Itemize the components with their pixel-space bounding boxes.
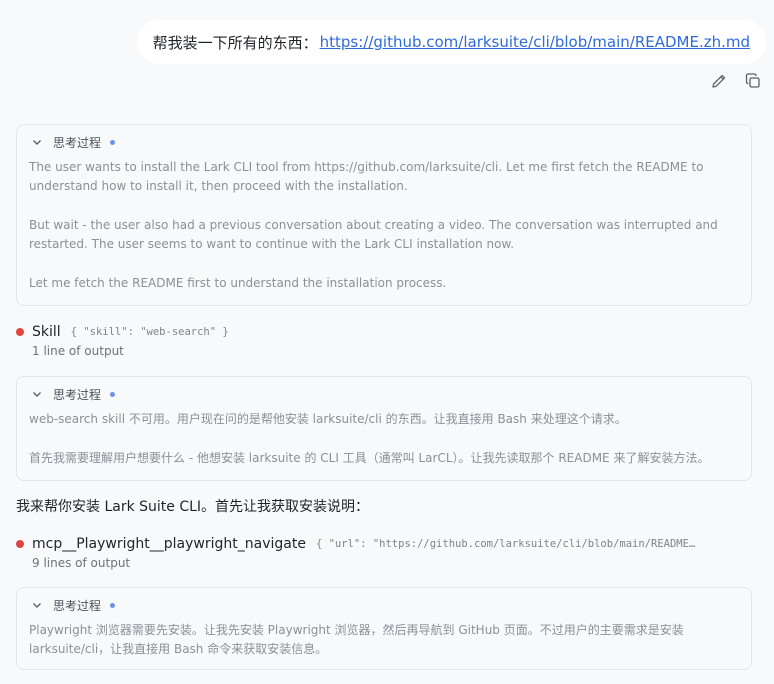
tool-name: Skill [32, 324, 61, 340]
tool-status-dot [16, 328, 24, 336]
thinking-block: 思考过程 Playwright 浏览器需要先安装。让我先安装 Playwrigh… [16, 587, 752, 670]
thinking-paragraph: The user wants to install the Lark CLI t… [29, 160, 704, 193]
thinking-content: The user wants to install the Lark CLI t… [29, 158, 739, 293]
thinking-label: 思考过程 [53, 387, 102, 402]
user-message-bubble: 帮我装一下所有的东西： https://github.com/larksuite/… [136, 20, 766, 64]
thinking-paragraph: web-search skill 不可用。用户现在问的是帮他安装 larksui… [29, 412, 627, 426]
tool-call[interactable]: mcp__Playwright__playwright_navigate { "… [16, 535, 756, 570]
tool-status-dot [16, 540, 24, 548]
chevron-down-icon [33, 392, 41, 397]
thinking-content: web-search skill 不可用。用户现在问的是帮他安装 larksui… [29, 410, 739, 468]
tool-call[interactable]: Skill { "skill": "web-search" } 1 line o… [16, 323, 756, 358]
chevron-down-icon [33, 140, 41, 145]
thinking-label: 思考过程 [53, 598, 102, 613]
thinking-paragraph: 首先我需要理解用户想要什么 - 他想安装 larksuite 的 CLI 工具（… [29, 451, 710, 465]
thinking-label: 思考过程 [53, 135, 102, 150]
tool-output-summary[interactable]: 9 lines of output [32, 556, 756, 570]
assistant-message: 我来帮你安装 Lark Suite CLI。首先让我获取安装说明： [16, 499, 370, 515]
thinking-block: 思考过程 The user wants to install the Lark … [16, 124, 752, 306]
thinking-status-dot [110, 391, 116, 397]
thinking-content: Playwright 浏览器需要先安装。让我先安装 Playwright 浏览器… [29, 621, 739, 659]
tool-args: { "skill": "web-search" } [70, 326, 229, 338]
readme-link[interactable]: https://github.com/larksuite/cli/blob/ma… [320, 33, 750, 51]
tool-name: mcp__Playwright__playwright_navigate [32, 536, 306, 552]
thinking-block: 思考过程 web-search skill 不可用。用户现在问的是帮他安装 la… [16, 376, 752, 481]
thinking-toggle[interactable]: 思考过程 [29, 385, 739, 403]
message-actions [710, 72, 762, 90]
chevron-down-icon [33, 603, 41, 608]
tool-args: { "url": "https://github.com/larksuite/c… [315, 538, 696, 550]
user-message-text: 帮我装一下所有的东西： [152, 33, 318, 52]
thinking-toggle[interactable]: 思考过程 [29, 133, 739, 151]
thinking-paragraph: But wait - the user also had a previous … [29, 218, 718, 251]
copy-icon[interactable] [744, 72, 762, 90]
thinking-toggle[interactable]: 思考过程 [29, 596, 739, 614]
thinking-status-dot [110, 139, 116, 145]
thinking-paragraph: Playwright 浏览器需要先安装。让我先安装 Playwright 浏览器… [29, 623, 684, 656]
thinking-status-dot [110, 602, 116, 608]
tool-output-summary[interactable]: 1 line of output [32, 344, 756, 358]
thinking-paragraph: Let me fetch the README first to underst… [29, 276, 447, 290]
pencil-icon[interactable] [710, 72, 728, 90]
